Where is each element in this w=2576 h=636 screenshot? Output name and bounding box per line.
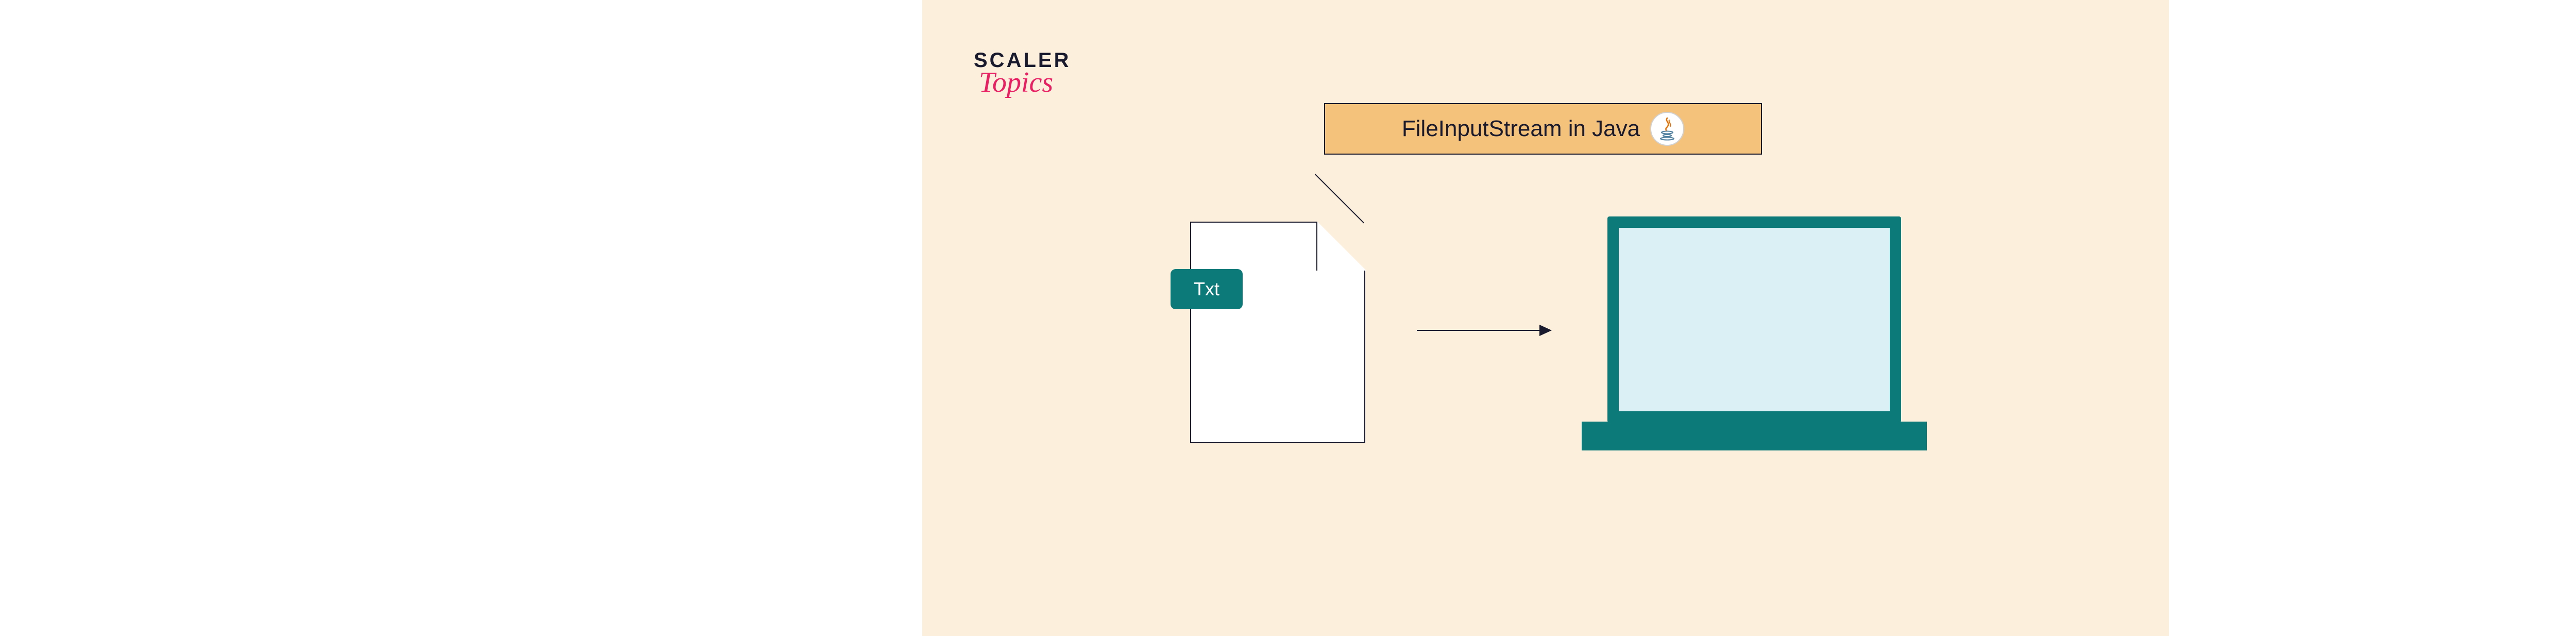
file-extension-label: Txt: [1194, 278, 1219, 300]
diagram-canvas: SCALER Topics FileInputStream in Java Tx…: [922, 0, 2169, 636]
arrow-head-icon: [1539, 325, 1552, 336]
arrow-line: [1417, 330, 1551, 331]
file-fold-line: [1315, 174, 1364, 223]
java-logo-icon: [1650, 112, 1684, 146]
file-body: Txt: [1190, 222, 1365, 443]
scaler-logo: SCALER Topics: [974, 49, 1071, 99]
laptop-screen: [1619, 228, 1890, 411]
file-fold-corner: [1316, 222, 1365, 271]
flow-arrow: [1417, 330, 1551, 331]
laptop-icon: [1607, 216, 1927, 450]
title-banner: FileInputStream in Java: [1324, 103, 1762, 155]
file-extension-tag: Txt: [1171, 269, 1243, 309]
laptop-base: [1582, 422, 1927, 450]
laptop-screen-frame: [1607, 216, 1901, 423]
text-file-icon: Txt: [1190, 222, 1365, 443]
title-text: FileInputStream in Java: [1402, 116, 1640, 142]
